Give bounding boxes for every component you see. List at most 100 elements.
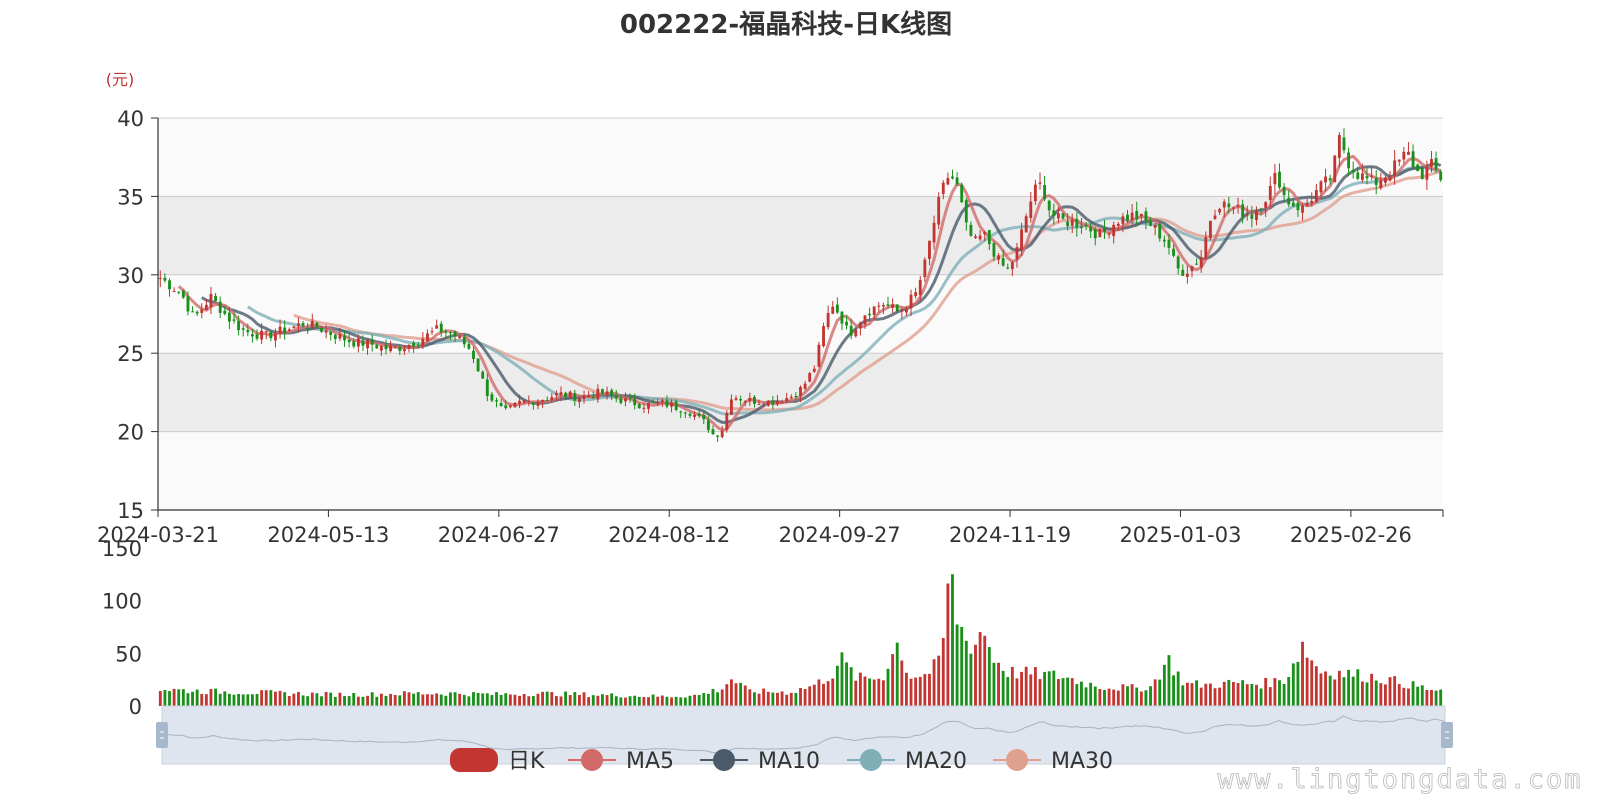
candle-body — [1010, 262, 1014, 270]
candle-body — [1121, 216, 1125, 224]
candle-body — [264, 330, 268, 332]
volume-bar — [209, 689, 213, 706]
volume-bar — [978, 632, 982, 706]
candle-body — [1379, 180, 1383, 188]
candle-body — [527, 400, 531, 402]
candle-body — [905, 308, 908, 313]
slider-left-handle[interactable] — [156, 722, 168, 748]
volume-bar — [729, 679, 733, 706]
volume-bar — [1181, 685, 1185, 706]
candle-body — [1351, 169, 1355, 173]
price-panel: 1520253035402024-03-21 2024-05-13 2024-06-… — [97, 107, 1444, 547]
candle-body — [172, 291, 176, 293]
candle-body — [1061, 213, 1065, 219]
volume-bar — [1195, 680, 1199, 706]
candle-body — [389, 345, 393, 352]
candle-body — [683, 412, 687, 414]
candle-body — [582, 395, 586, 399]
candle-body — [1259, 208, 1263, 210]
volume-bar — [310, 692, 314, 706]
candle-body — [269, 332, 273, 339]
candle-body — [716, 435, 720, 437]
candle-body — [840, 311, 844, 324]
candle-body — [868, 313, 872, 316]
candle-body — [849, 325, 853, 336]
candle-body — [366, 339, 369, 349]
candle-body — [587, 395, 591, 398]
candle-body — [384, 345, 388, 350]
volume-bar — [858, 672, 862, 706]
volume-bar — [1411, 681, 1415, 706]
candle-body — [439, 323, 443, 333]
legend-item-ma10[interactable]: MA10 — [700, 749, 820, 774]
candle — [568, 390, 572, 399]
candle-body — [343, 335, 346, 341]
candle-body — [633, 399, 637, 406]
candle-body — [407, 344, 411, 349]
candle-body — [218, 301, 222, 313]
candle-body — [181, 290, 185, 298]
candle-body — [444, 331, 448, 333]
volume-bar — [895, 642, 899, 706]
volume-bar — [1121, 684, 1125, 706]
volume-bar — [1139, 691, 1143, 706]
volume-bar — [817, 679, 821, 706]
candle-body — [1075, 218, 1079, 228]
candle-body — [177, 291, 181, 293]
candle-body — [596, 388, 600, 400]
volume-bar — [1282, 683, 1286, 706]
volume-bar — [706, 693, 710, 706]
candle-body — [923, 259, 927, 278]
candle-body — [209, 293, 213, 308]
slider-right-handle[interactable] — [1441, 722, 1453, 748]
candle — [1333, 155, 1337, 183]
candle-body — [204, 304, 208, 311]
volume-bar — [1301, 641, 1304, 706]
volume-bar — [177, 689, 181, 706]
volume-bar — [338, 692, 342, 706]
volume-bar — [218, 693, 222, 706]
candle-body — [1098, 229, 1102, 238]
volume-bar — [398, 695, 402, 706]
candle-body — [951, 176, 954, 179]
volume-bar — [1439, 689, 1443, 706]
volume-bar — [324, 691, 328, 706]
legend-item-ma20[interactable]: MA20 — [847, 749, 967, 774]
candle-body — [495, 400, 498, 402]
volume-bar — [812, 684, 816, 706]
legend-label: MA20 — [905, 749, 967, 774]
candle-body — [665, 400, 669, 407]
volume-bar — [1038, 679, 1042, 706]
candle-body — [513, 402, 517, 408]
candle-body — [1333, 155, 1337, 183]
candle-body — [987, 230, 991, 245]
candle-body — [614, 395, 618, 399]
volume-bar — [1347, 669, 1351, 706]
volume-bar — [444, 695, 448, 706]
candle-body — [964, 200, 968, 223]
candle-body — [794, 396, 798, 398]
candle-body — [757, 403, 761, 405]
legend-label: 日K — [508, 749, 545, 774]
volume-bar — [393, 695, 397, 706]
volume-bar — [301, 695, 305, 706]
candle-body — [338, 334, 342, 339]
candle-body — [1273, 172, 1277, 185]
y-tick-label: 20 — [117, 421, 144, 445]
volume-bar — [928, 673, 931, 706]
volume-bar — [1080, 681, 1083, 706]
volume-bar — [1434, 690, 1438, 706]
volume-bar — [1070, 678, 1074, 706]
candle-body — [1356, 172, 1360, 179]
candle-body — [1033, 184, 1037, 202]
candle — [181, 289, 185, 299]
legend-item-ma30[interactable]: MA30 — [993, 749, 1113, 774]
volume-y-tick-label: 50 — [115, 642, 142, 666]
volume-bar — [674, 696, 678, 706]
volume-bar — [1056, 679, 1060, 706]
legend-swatch-dot — [1006, 749, 1028, 771]
volume-bar — [877, 678, 881, 706]
candle-body — [545, 400, 549, 402]
volume-bar — [163, 689, 167, 706]
volume-bar — [467, 696, 471, 706]
